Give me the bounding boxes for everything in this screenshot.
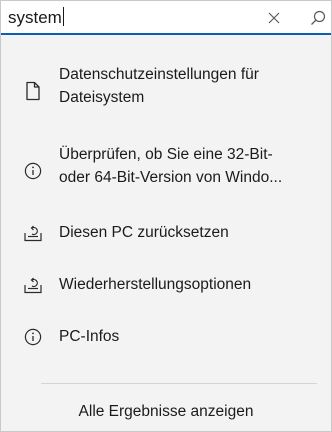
result-item-label: Überprüfen, ob Sie eine 32-Bit- oder 64-… bbox=[59, 143, 323, 189]
search-icon bbox=[311, 10, 326, 25]
recovery-icon bbox=[23, 223, 43, 243]
document-icon bbox=[23, 81, 43, 101]
result-item-label: PC-Infos bbox=[59, 328, 120, 345]
result-item-label: Diesen PC zurücksetzen bbox=[59, 224, 229, 241]
clear-search-button[interactable] bbox=[264, 8, 284, 28]
search-input-value: system bbox=[8, 8, 62, 27]
show-all-results-link[interactable]: Alle Ergebnisse anzeigen bbox=[1, 401, 331, 423]
text-caret bbox=[62, 7, 64, 26]
result-item-recovery-options[interactable]: Wiederherstellungsoptionen bbox=[1, 259, 331, 311]
result-item-label-line: Überprüfen, ob Sie eine 32-Bit- bbox=[59, 146, 273, 163]
recovery-icon bbox=[23, 275, 43, 295]
search-flyout: system Datenschutzeinstellungen für Date… bbox=[0, 0, 332, 432]
result-item-label-line: Dateisystem bbox=[59, 89, 145, 106]
result-item-windows-version[interactable]: Überprüfen, ob Sie eine 32-Bit- oder 64-… bbox=[1, 127, 331, 207]
result-item-label: Datenschutzeinstellungen für Dateisystem bbox=[59, 63, 323, 109]
result-item-pc-infos[interactable]: PC-Infos bbox=[1, 311, 331, 363]
search-input[interactable]: system bbox=[8, 7, 64, 28]
info-icon bbox=[23, 327, 43, 347]
search-button[interactable] bbox=[307, 7, 329, 29]
search-results-list: Datenschutzeinstellungen für Dateisystem… bbox=[1, 47, 331, 363]
close-icon bbox=[268, 12, 280, 24]
info-icon bbox=[23, 161, 43, 181]
divider bbox=[41, 383, 317, 384]
result-item-label: Wiederherstellungsoptionen bbox=[59, 276, 252, 293]
result-item-label-line: oder 64-Bit-Version von Windo... bbox=[59, 169, 283, 186]
search-box[interactable]: system bbox=[1, 1, 331, 35]
result-item-datenschutz-dateisystem[interactable]: Datenschutzeinstellungen für Dateisystem bbox=[1, 47, 331, 127]
result-item-label-line: Datenschutzeinstellungen für bbox=[59, 66, 259, 83]
result-item-reset-pc[interactable]: Diesen PC zurücksetzen bbox=[1, 207, 331, 259]
